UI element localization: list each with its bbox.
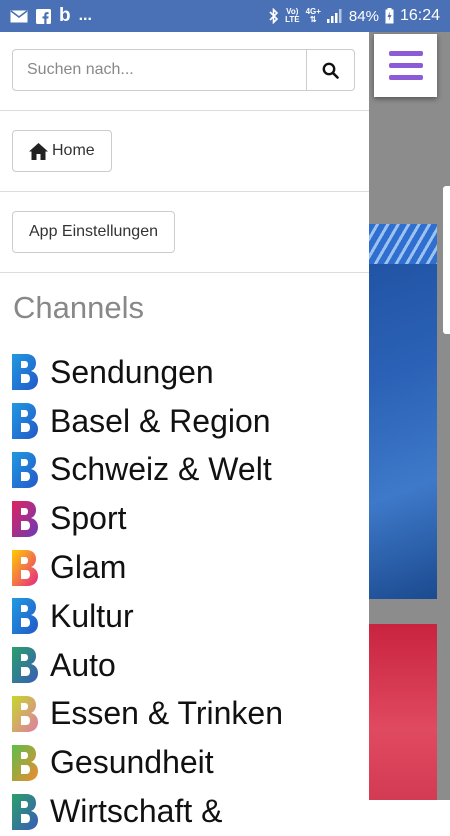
volte-indicator: Vo) LTE <box>285 8 300 24</box>
channel-label: Essen & Trinken <box>50 695 283 732</box>
channel-item[interactable]: Gesundheit <box>12 738 283 787</box>
volte-bottom-label: LTE <box>285 15 300 24</box>
status-bar: b ... Vo) LTE 4G+ ⇅ 84% 16:24 <box>0 0 450 32</box>
background-scroll-handle[interactable] <box>443 186 450 334</box>
channel-item[interactable]: Schweiz & Welt <box>12 446 283 495</box>
signal-icon <box>326 9 343 23</box>
channel-logo-icon <box>12 695 38 732</box>
status-overflow: ... <box>78 7 92 24</box>
channel-label: Schweiz & Welt <box>50 451 272 488</box>
divider <box>0 191 369 192</box>
search-bar <box>12 49 355 91</box>
channels-heading: Channels <box>13 290 144 325</box>
background-article-image-2[interactable] <box>369 624 437 800</box>
channel-logo-icon <box>12 598 38 635</box>
battery-percent: 84% <box>348 7 379 25</box>
data-arrows-icon: ⇅ <box>309 15 317 24</box>
channel-logo-icon <box>12 403 38 440</box>
home-button-label: Home <box>52 142 95 159</box>
menu-bar-icon <box>388 63 423 68</box>
image-stripe <box>369 224 437 264</box>
search-button[interactable] <box>307 49 355 91</box>
battery-charging-icon <box>385 8 394 24</box>
channel-list: Sendungen Basel & Region Schweiz & Welt … <box>12 348 283 836</box>
channel-logo-icon <box>12 549 38 586</box>
channel-item[interactable]: Sport <box>12 494 283 543</box>
channel-item[interactable]: Kultur <box>12 592 283 641</box>
channel-item[interactable]: Basel & Region <box>12 397 283 446</box>
channel-label: Basel & Region <box>50 402 271 439</box>
facebook-icon <box>36 8 51 24</box>
navigation-drawer: Home App Einstellungen Channels Sendunge… <box>0 32 369 830</box>
channel-logo-icon <box>12 647 38 684</box>
home-button[interactable]: Home <box>12 130 112 172</box>
bluetooth-icon <box>269 8 279 24</box>
channel-label: Kultur <box>50 597 134 634</box>
b-app-icon: b <box>59 5 71 26</box>
channel-label: Sendungen <box>50 353 214 390</box>
channel-item[interactable]: Glam <box>12 543 283 592</box>
channel-label: Auto <box>50 646 116 683</box>
channel-label: Glam <box>50 549 127 586</box>
channel-item[interactable]: Wirtschaft & <box>12 787 283 836</box>
network-indicator: 4G+ ⇅ <box>306 8 321 24</box>
divider <box>0 110 369 111</box>
menu-bar-icon <box>388 51 423 56</box>
mail-icon <box>10 9 28 23</box>
hamburger-menu-button[interactable] <box>374 34 437 97</box>
channel-logo-icon <box>12 451 38 488</box>
menu-bar-icon <box>388 75 423 80</box>
background-content <box>369 32 450 800</box>
channel-item[interactable]: Essen & Trinken <box>12 690 283 739</box>
channel-label: Wirtschaft & <box>50 793 223 830</box>
channel-item[interactable]: Sendungen <box>12 348 283 397</box>
channel-logo-icon <box>12 354 38 391</box>
app-settings-label: App Einstellungen <box>29 223 158 240</box>
divider <box>0 272 369 273</box>
channel-label: Gesundheit <box>50 744 214 781</box>
channel-logo-icon <box>12 500 38 537</box>
background-article-image[interactable] <box>369 224 437 599</box>
clock: 16:24 <box>399 7 440 24</box>
search-input[interactable] <box>12 49 307 91</box>
channel-item[interactable]: Auto <box>12 641 283 690</box>
home-icon <box>29 142 48 160</box>
channel-logo-icon <box>12 793 38 830</box>
search-icon <box>322 62 339 79</box>
channel-logo-icon <box>12 744 38 781</box>
app-settings-button[interactable]: App Einstellungen <box>12 211 175 253</box>
channel-label: Sport <box>50 500 127 537</box>
